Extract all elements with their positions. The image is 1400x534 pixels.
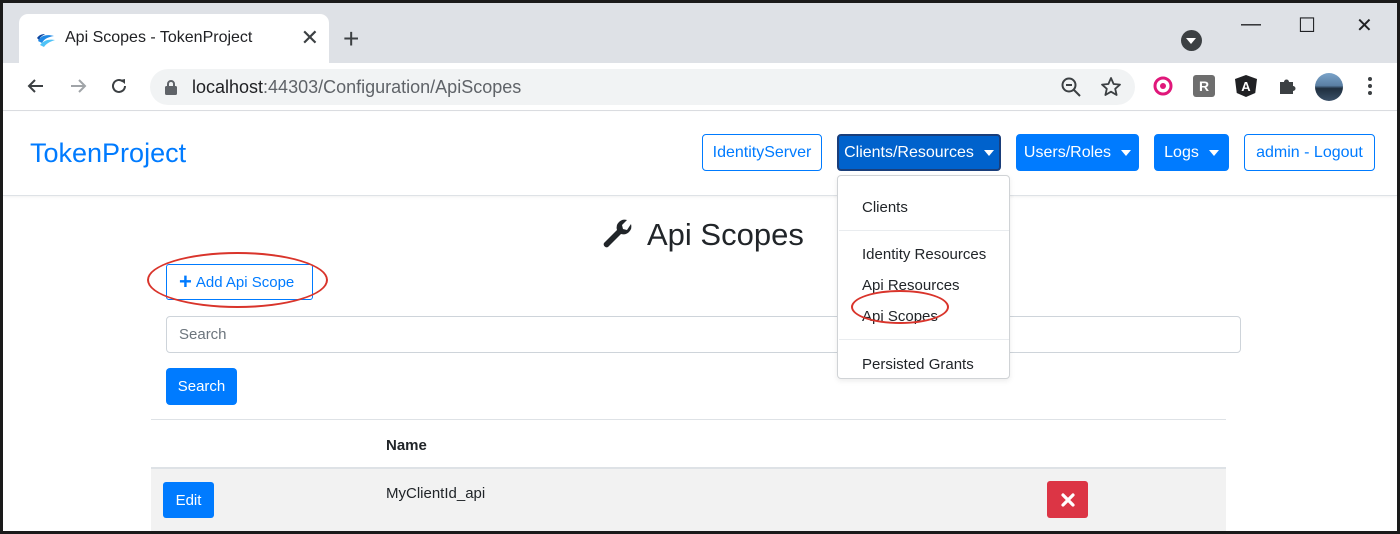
table-row: Edit MyClientId_api [151, 469, 1226, 531]
caret-down-icon [983, 149, 994, 156]
dropdown-divider [839, 230, 1009, 231]
app-navbar: TokenProject IdentityServer Clients/Reso… [3, 112, 1397, 196]
clients-resources-dropdown-menu: Clients Identity Resources Api Resources… [837, 175, 1010, 379]
tab-close-icon[interactable]: ✕ [301, 27, 319, 49]
reload-icon[interactable] [105, 72, 133, 100]
logs-dropdown-button[interactable]: Logs [1154, 134, 1229, 171]
browser-menu-icon[interactable] [1359, 75, 1381, 97]
page-heading: Api Scopes [601, 217, 804, 253]
dropdown-item-identity-resources[interactable]: Identity Resources [862, 246, 986, 263]
page-content: TokenProject IdentityServer Clients/Reso… [3, 112, 1397, 531]
add-api-scope-button[interactable]: + Add Api Scope [166, 264, 313, 300]
users-roles-dropdown-button[interactable]: Users/Roles [1016, 134, 1139, 171]
new-tab-button[interactable]: + [343, 25, 359, 53]
dropdown-divider [839, 339, 1009, 340]
window-close-icon[interactable]: ✕ [1356, 13, 1373, 38]
r-extension-icon[interactable]: R [1193, 75, 1215, 97]
profile-avatar[interactable] [1315, 73, 1343, 101]
caret-down-icon [1208, 149, 1219, 156]
address-bar[interactable]: localhost:44303/Configuration/ApiScopes [150, 69, 1135, 105]
maximize-icon[interactable]: ☐ [1298, 13, 1316, 38]
logs-label: Logs [1164, 143, 1199, 161]
forward-icon[interactable] [64, 72, 92, 100]
edit-button[interactable]: Edit [163, 482, 214, 518]
plus-icon: + [179, 269, 192, 294]
column-header-name: Name [386, 437, 427, 454]
extensions-puzzle-icon[interactable] [1276, 75, 1298, 97]
browser-toolbar: localhost:44303/Configuration/ApiScopes … [3, 63, 1397, 111]
angular-devtools-icon[interactable]: A [1235, 75, 1257, 97]
browser-tab[interactable]: Api Scopes - TokenProject ✕ [19, 14, 329, 63]
tab-title: Api Scopes - TokenProject [65, 29, 253, 46]
users-roles-label: Users/Roles [1023, 143, 1112, 161]
clients-resources-label: Clients/Resources [844, 143, 974, 161]
search-button[interactable]: Search [166, 368, 237, 405]
delete-x-icon [1060, 492, 1075, 507]
back-icon[interactable] [22, 72, 50, 100]
tab-search-icon[interactable] [1181, 30, 1202, 51]
clients-resources-dropdown-button[interactable]: Clients/Resources [837, 134, 1001, 171]
brand-link[interactable]: TokenProject [30, 138, 186, 169]
tab-strip: Api Scopes - TokenProject ✕ + — ☐ ✕ [3, 3, 1397, 63]
page-title: Api Scopes [647, 217, 804, 252]
minimize-icon[interactable]: — [1241, 13, 1261, 36]
table-border [151, 419, 1226, 420]
caret-down-icon [1121, 149, 1132, 156]
redux-devtools-icon[interactable] [1152, 75, 1174, 97]
dropdown-item-api-scopes[interactable]: Api Scopes [862, 308, 938, 325]
identityserver-button[interactable]: IdentityServer [702, 134, 822, 171]
zoom-icon[interactable] [1060, 76, 1082, 98]
add-api-scope-label: Add Api Scope [195, 273, 295, 291]
identityserver-favicon-icon [37, 34, 55, 47]
wrench-icon [603, 219, 632, 248]
browser-window: Api Scopes - TokenProject ✕ + — ☐ ✕ loca… [0, 0, 1400, 534]
dropdown-item-persisted-grants[interactable]: Persisted Grants [862, 356, 974, 373]
delete-button[interactable] [1047, 481, 1088, 518]
search-input[interactable] [166, 316, 1241, 353]
lock-icon[interactable] [164, 79, 178, 95]
scope-name-cell: MyClientId_api [386, 485, 486, 502]
logout-button[interactable]: admin - Logout [1244, 134, 1375, 171]
dropdown-item-api-resources[interactable]: Api Resources [862, 277, 960, 294]
bookmark-star-icon[interactable] [1100, 76, 1122, 98]
dropdown-item-clients[interactable]: Clients [862, 199, 908, 216]
url-text[interactable]: localhost:44303/Configuration/ApiScopes [192, 77, 521, 98]
